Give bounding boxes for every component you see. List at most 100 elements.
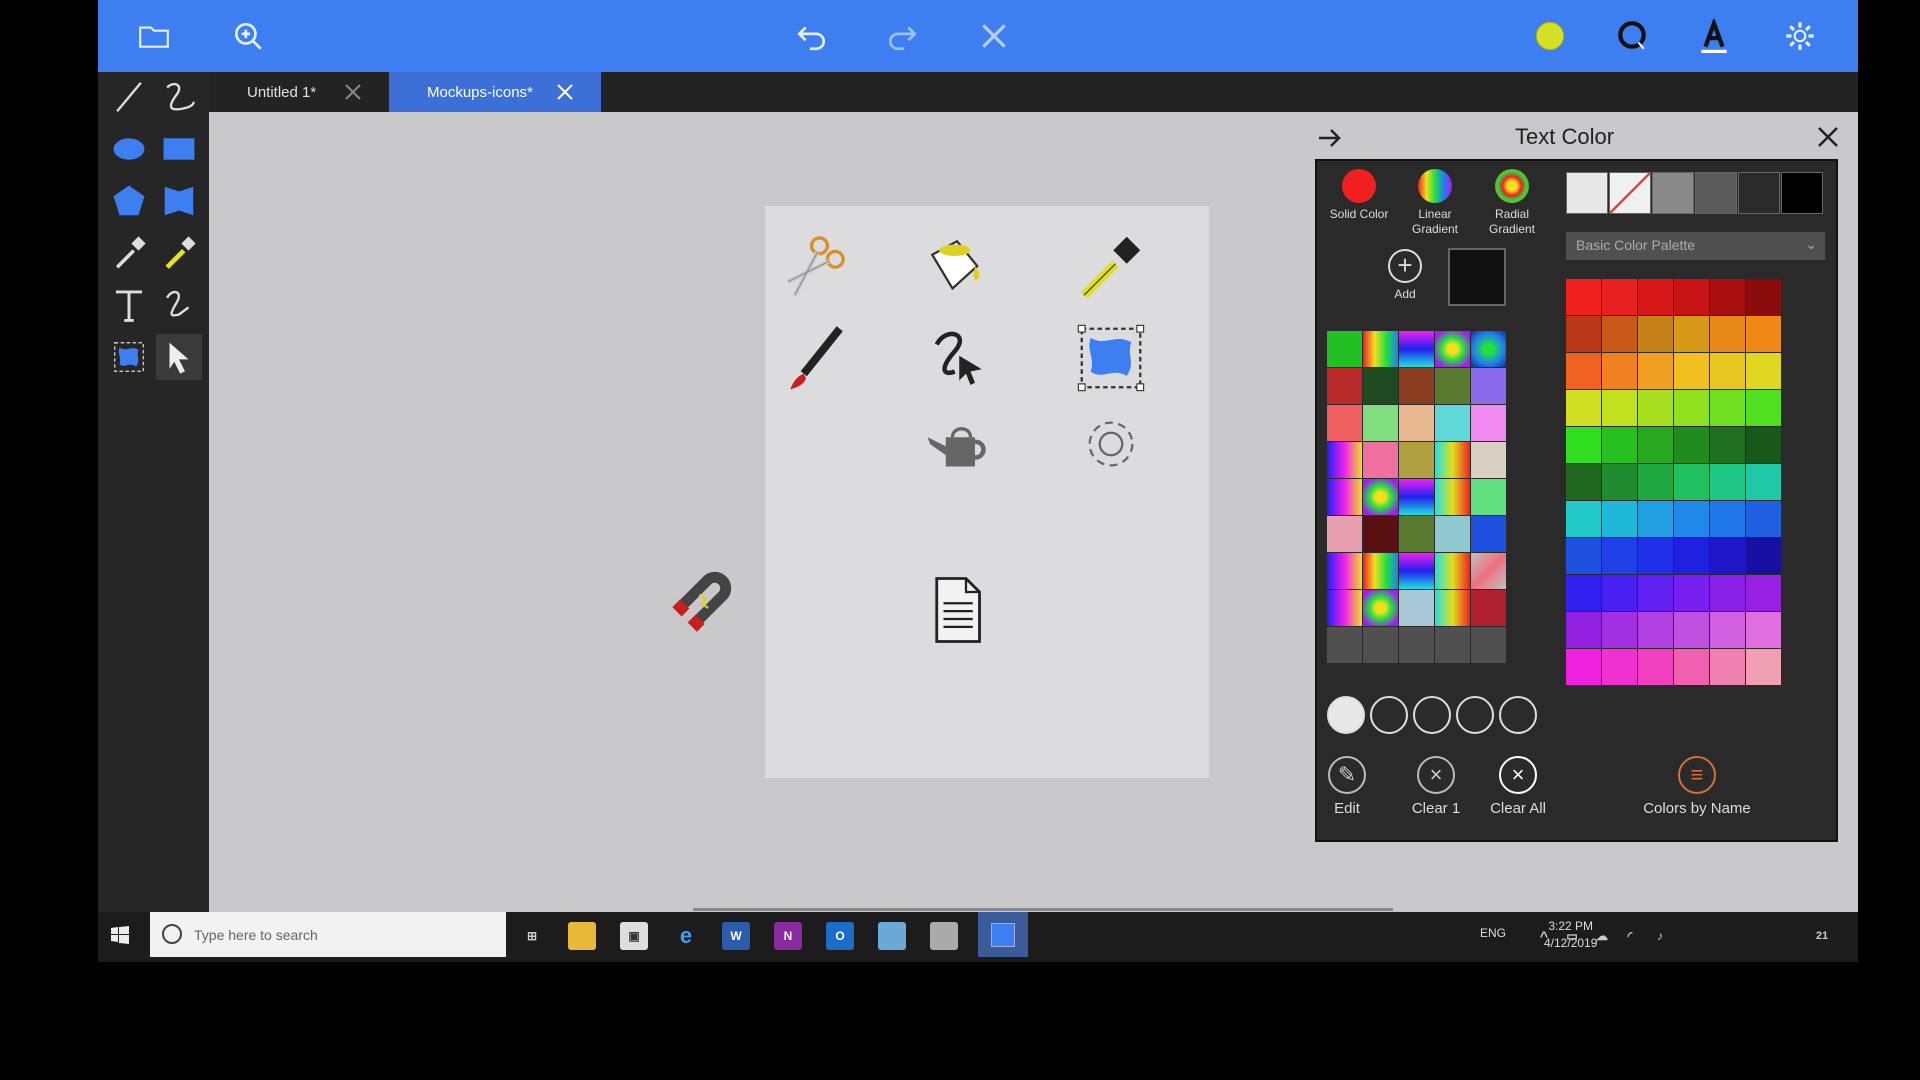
palette-color-swatch[interactable] xyxy=(1710,538,1745,574)
palette-color-swatch[interactable] xyxy=(1638,538,1673,574)
recent-color-swatch[interactable] xyxy=(1327,590,1362,626)
recent-color-swatch[interactable] xyxy=(1327,331,1362,367)
recent-color-swatch[interactable] xyxy=(1435,405,1470,441)
word-icon[interactable]: W xyxy=(722,922,750,950)
tab-untitled-1[interactable]: Untitled 1* xyxy=(209,72,389,112)
palette-color-swatch[interactable] xyxy=(1566,612,1601,648)
palette-color-swatch[interactable] xyxy=(1638,279,1673,315)
recent-color-swatch[interactable] xyxy=(1363,627,1398,663)
app-icon[interactable] xyxy=(878,922,906,950)
recent-color-swatch[interactable] xyxy=(1471,442,1506,478)
palette-color-swatch[interactable] xyxy=(1638,427,1673,463)
close-tab-icon[interactable] xyxy=(343,82,363,102)
current-color-swatch[interactable] xyxy=(1448,248,1506,306)
polygon-tool-icon[interactable] xyxy=(106,178,152,224)
recent-color-swatch[interactable] xyxy=(1363,516,1398,552)
text-color-icon[interactable] xyxy=(1692,14,1736,58)
onenote-icon[interactable]: N xyxy=(774,922,802,950)
scissors-icon[interactable] xyxy=(775,226,855,306)
palette-color-swatch[interactable] xyxy=(1602,649,1637,685)
palette-color-swatch[interactable] xyxy=(1638,390,1673,426)
palette-color-swatch[interactable] xyxy=(1746,316,1781,352)
eyedropper-icon[interactable] xyxy=(1071,226,1151,306)
paint-app-icon[interactable] xyxy=(930,922,958,950)
undo-icon[interactable] xyxy=(790,14,834,58)
palette-color-swatch[interactable] xyxy=(1746,279,1781,315)
palette-color-swatch[interactable] xyxy=(1710,575,1745,611)
outlook-icon[interactable]: O xyxy=(826,922,854,950)
palette-color-swatch[interactable] xyxy=(1602,427,1637,463)
taskbar-search[interactable]: Type here to search xyxy=(150,912,506,957)
file-explorer-icon[interactable] xyxy=(568,922,596,950)
search-ring-icon[interactable] xyxy=(1610,14,1654,58)
text-tool-icon[interactable] xyxy=(106,282,152,328)
recent-color-swatch[interactable] xyxy=(1435,368,1470,404)
palette-color-swatch[interactable] xyxy=(1638,575,1673,611)
palette-color-swatch[interactable] xyxy=(1674,353,1709,389)
recent-color-swatch[interactable] xyxy=(1435,331,1470,367)
freehand-pen-icon[interactable] xyxy=(917,318,997,398)
palette-color-swatch[interactable] xyxy=(1746,501,1781,537)
watering-can-icon[interactable] xyxy=(917,404,997,484)
recent-color-swatch[interactable] xyxy=(1327,516,1362,552)
palette-color-swatch[interactable] xyxy=(1602,316,1637,352)
recent-color-swatch[interactable] xyxy=(1471,553,1506,589)
palette-color-swatch[interactable] xyxy=(1674,316,1709,352)
recent-color-swatch[interactable] xyxy=(1471,627,1506,663)
recent-color-swatch[interactable] xyxy=(1435,442,1470,478)
add-color-button[interactable]: + Add xyxy=(1383,249,1427,301)
edit-button[interactable]: ✎ Edit xyxy=(1307,756,1387,817)
mode-solid-color[interactable]: Solid Color xyxy=(1322,169,1396,222)
palette-color-swatch[interactable] xyxy=(1710,427,1745,463)
document-icon[interactable] xyxy=(917,570,997,650)
store-icon[interactable]: ▣ xyxy=(620,922,648,950)
palette-color-swatch[interactable] xyxy=(1566,279,1601,315)
palette-color-swatch[interactable] xyxy=(1674,279,1709,315)
mode-linear-gradient[interactable]: Linear Gradient xyxy=(1398,169,1472,237)
palette-color-swatch[interactable] xyxy=(1710,353,1745,389)
color-dot-icon[interactable] xyxy=(1528,14,1572,58)
palette-color-swatch[interactable] xyxy=(1602,353,1637,389)
selection-shape-tool-icon[interactable] xyxy=(106,334,152,380)
recent-color-swatch[interactable] xyxy=(1399,442,1434,478)
tab-mockups-icons[interactable]: Mockups-icons* xyxy=(389,72,601,112)
palette-color-swatch[interactable] xyxy=(1710,464,1745,500)
active-app-icon[interactable] xyxy=(978,912,1028,957)
preset-swatch[interactable] xyxy=(1695,172,1737,214)
volume-icon[interactable]: ♪ xyxy=(1646,922,1674,950)
custom-slot[interactable] xyxy=(1499,696,1537,734)
recent-color-swatch[interactable] xyxy=(1399,627,1434,663)
palette-color-swatch[interactable] xyxy=(1638,649,1673,685)
palette-color-swatch[interactable] xyxy=(1746,390,1781,426)
clear-1-button[interactable]: × Clear 1 xyxy=(1396,756,1476,817)
recent-color-swatch[interactable] xyxy=(1327,479,1362,515)
palette-color-swatch[interactable] xyxy=(1602,390,1637,426)
pen-tool-icon[interactable] xyxy=(156,282,202,328)
close-tab-icon[interactable] xyxy=(555,82,575,102)
ellipse-tool-icon[interactable] xyxy=(106,126,152,172)
recent-color-swatch[interactable] xyxy=(1399,553,1434,589)
palette-color-swatch[interactable] xyxy=(1566,538,1601,574)
recent-color-swatch[interactable] xyxy=(1363,590,1398,626)
preset-swatch[interactable] xyxy=(1566,172,1608,214)
palette-select[interactable]: Basic Color Palette ⌄ xyxy=(1566,232,1825,260)
palette-color-swatch[interactable] xyxy=(1566,649,1601,685)
palette-color-swatch[interactable] xyxy=(1638,501,1673,537)
custom-slot[interactable] xyxy=(1456,696,1494,734)
close-icon[interactable] xyxy=(1815,124,1841,150)
highlighter-tool-icon[interactable] xyxy=(156,230,202,276)
horizontal-scrollbar[interactable] xyxy=(693,908,1393,911)
custom-slot[interactable] xyxy=(1327,696,1365,734)
recent-color-swatch[interactable] xyxy=(1327,442,1362,478)
palette-color-swatch[interactable] xyxy=(1746,353,1781,389)
custom-slot[interactable] xyxy=(1413,696,1451,734)
palette-color-swatch[interactable] xyxy=(1746,612,1781,648)
palette-color-swatch[interactable] xyxy=(1566,501,1601,537)
folder-icon[interactable] xyxy=(132,14,176,58)
palette-color-swatch[interactable] xyxy=(1710,501,1745,537)
palette-color-swatch[interactable] xyxy=(1674,575,1709,611)
palette-color-swatch[interactable] xyxy=(1566,427,1601,463)
recent-color-swatch[interactable] xyxy=(1471,368,1506,404)
recent-color-swatch[interactable] xyxy=(1399,516,1434,552)
palette-color-swatch[interactable] xyxy=(1746,575,1781,611)
